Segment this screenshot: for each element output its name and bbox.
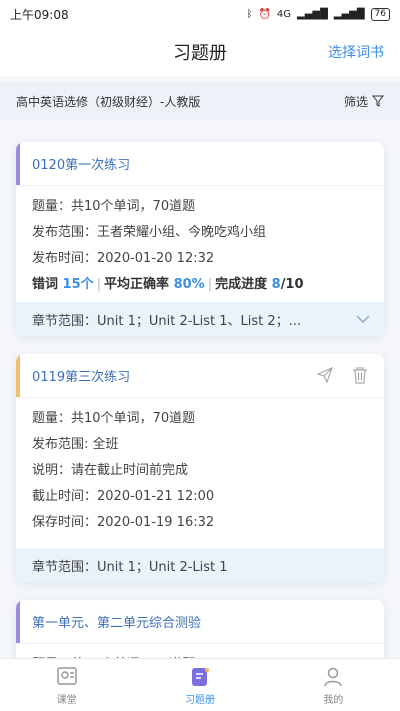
status-time: 上午09:08 [10, 7, 69, 22]
chapter-range-text: 章节范围：Unit 1；Unit 2-List 1、List 2；... [32, 313, 302, 329]
filter-label: 筛选 [343, 94, 368, 109]
alarm-icon: ⏰ [258, 8, 271, 20]
page-title: 习题册 [173, 43, 227, 64]
bluetooth-icon: ᛒ [246, 8, 253, 20]
card-actions [316, 366, 368, 384]
card-scope: 发布范围：王者荣耀小组、今晚吃鸡小组 [32, 225, 267, 240]
tab-workbook[interactable]: 习题册 [133, 659, 266, 711]
card-save-time: 保存时间：2020-01-19 16:32 [32, 515, 215, 530]
profile-icon [324, 667, 343, 686]
filter-bar: 高中英语选修（初级财经）-人教版 筛选 [0, 82, 400, 120]
chapter-range-text: 章节范围：Unit 1；Unit 2-List 1 [32, 559, 228, 575]
card-question-count: 题量：共10个单词，70道题 [32, 199, 196, 214]
signal-icon-2: ▂▄▆█ [333, 8, 365, 20]
card-description: 说明：请在截止时间前完成 [32, 463, 189, 478]
tab-profile[interactable]: 我的 [267, 659, 400, 711]
card-publish-time: 发布时间：2020-01-20 12:32 [32, 251, 215, 266]
progress-done: 8 [271, 277, 281, 292]
filter-icon [372, 95, 384, 107]
signal-icon: ▂▄▆█ [297, 8, 328, 20]
bottom-tab-bar: 课堂 习题册 我的 [0, 658, 400, 711]
exercise-card[interactable]: 0120第一次练习 题量：共10个单词，70道题 发布范围：王者荣耀小组、今晚吃… [16, 142, 384, 336]
chapter-range: 章节范围：Unit 1；Unit 2-List 1 [16, 548, 384, 582]
status-icons: ᛒ ⏰ 4G ▂▄▆█ ▂▄▆█ 76 [246, 7, 390, 21]
status-bar: 上午09:08 ᛒ ⏰ 4G ▂▄▆█ ▂▄▆█ 76 [0, 0, 400, 28]
card-stats: 错词 15个 | 平均正确率 80% | 完成进度 8/10 [32, 277, 304, 292]
filter-button[interactable]: 筛选 [344, 93, 384, 110]
exercise-card[interactable]: 0119第三次练习 题量：共10个单词，70道题 发布范围: 全班 说明：请在截… [16, 354, 384, 582]
card-deadline: 截止时间：2020-01-21 12:00 [32, 489, 215, 504]
accuracy-label: 平均正确率 [104, 277, 170, 292]
card-scope: 发布范围: 全班 [32, 437, 119, 452]
signal-label: 4G [276, 8, 292, 20]
chevron-down-icon[interactable] [356, 315, 370, 323]
progress-total: /10 [280, 277, 304, 292]
tab-label: 课堂 [56, 694, 77, 706]
card-title: 0120第一次练习 [16, 142, 384, 186]
card-question-count: 题量：共10个单词，70道题 [32, 411, 196, 426]
app-header: 习题册 选择词书 [0, 28, 400, 76]
accuracy-value: 80% [173, 277, 205, 292]
tab-label: 我的 [323, 694, 344, 706]
select-book-button[interactable]: 选择词书 [328, 42, 384, 62]
card-body: 题量：共10个单词，70道题 发布范围：王者荣耀小组、今晚吃鸡小组 发布时间：2… [16, 186, 384, 302]
tab-classroom[interactable]: 课堂 [0, 659, 133, 711]
send-icon[interactable] [316, 366, 334, 384]
card-title: 0119第三次练习 [16, 354, 384, 398]
delete-icon[interactable] [352, 366, 368, 384]
progress-label: 完成进度 [215, 277, 268, 292]
battery-icon: 76 [370, 7, 390, 21]
card-title-text: 0119第三次练习 [32, 370, 131, 385]
workbook-icon [191, 667, 209, 686]
current-book-label: 高中英语选修（初级财经）-人教版 [16, 94, 201, 109]
wrong-words-label: 错词 [32, 277, 59, 292]
chapter-range[interactable]: 章节范围：Unit 1；Unit 2-List 1、List 2；... [16, 302, 384, 336]
classroom-icon [56, 666, 77, 685]
wrong-words-value: 15个 [62, 277, 94, 292]
card-body: 题量：共10个单词，70道题 发布范围: 全班 说明：请在截止时间前完成 截止时… [16, 398, 384, 540]
card-title: 第一单元、第二单元综合测验 [16, 600, 384, 644]
tab-label: 习题册 [184, 694, 215, 706]
